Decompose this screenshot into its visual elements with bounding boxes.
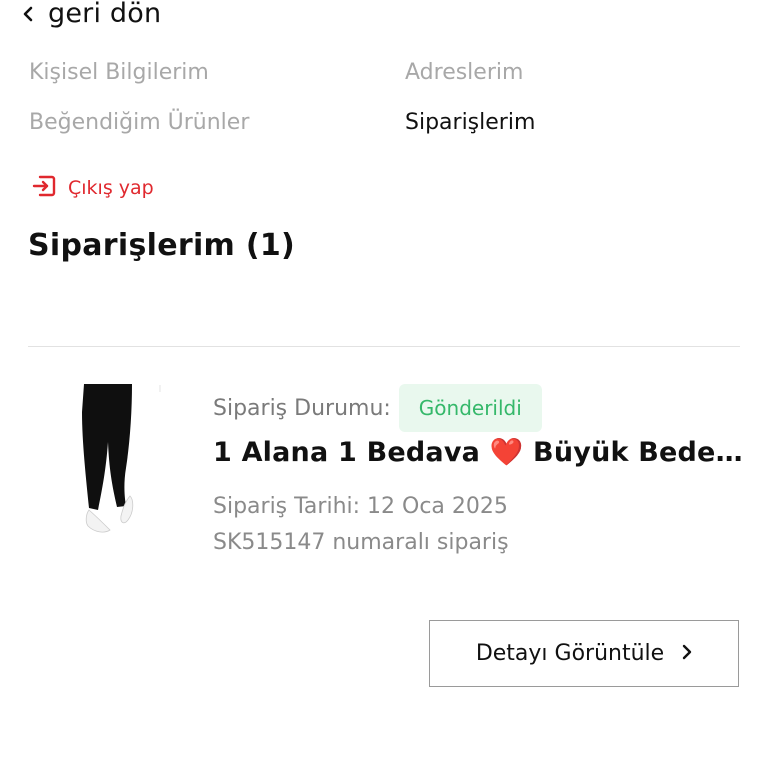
logout-link[interactable]: Çıkış yap xyxy=(30,172,154,204)
back-link[interactable]: geri dön xyxy=(22,0,161,29)
menu-item-orders[interactable]: Siparişlerim xyxy=(405,110,535,135)
logout-label: Çıkış yap xyxy=(68,177,154,199)
menu-item-liked-products[interactable]: Beğendiğim Ürünler xyxy=(29,110,249,135)
order-number: SK515147 numaralı sipariş xyxy=(213,530,509,555)
product-title[interactable]: 1 Alana 1 Bedava ❤️ Büyük Beden Likralı … xyxy=(213,436,743,468)
view-details-label: Detayı Görüntüle xyxy=(475,641,665,666)
logout-icon xyxy=(30,172,58,204)
menu-item-personal-info[interactable]: Kişisel Bilgilerim xyxy=(29,60,209,85)
product-thumbnail[interactable] xyxy=(68,382,178,538)
back-link-label: geri dön xyxy=(48,0,162,29)
menu-item-addresses[interactable]: Adreslerim xyxy=(405,60,523,85)
order-status-label: Sipariş Durumu: xyxy=(213,395,391,421)
view-details-button[interactable]: Detayı Görüntüle xyxy=(429,620,739,687)
divider xyxy=(28,346,740,347)
chevron-right-icon xyxy=(682,644,692,664)
chevron-left-icon xyxy=(22,3,38,25)
order-status-row: Sipariş Durumu: Gönderildi xyxy=(213,384,542,432)
order-date: Sipariş Tarihi: 12 Oca 2025 xyxy=(213,494,508,519)
page-title: Siparişlerim (1) xyxy=(28,228,296,263)
status-badge: Gönderildi xyxy=(398,384,542,432)
